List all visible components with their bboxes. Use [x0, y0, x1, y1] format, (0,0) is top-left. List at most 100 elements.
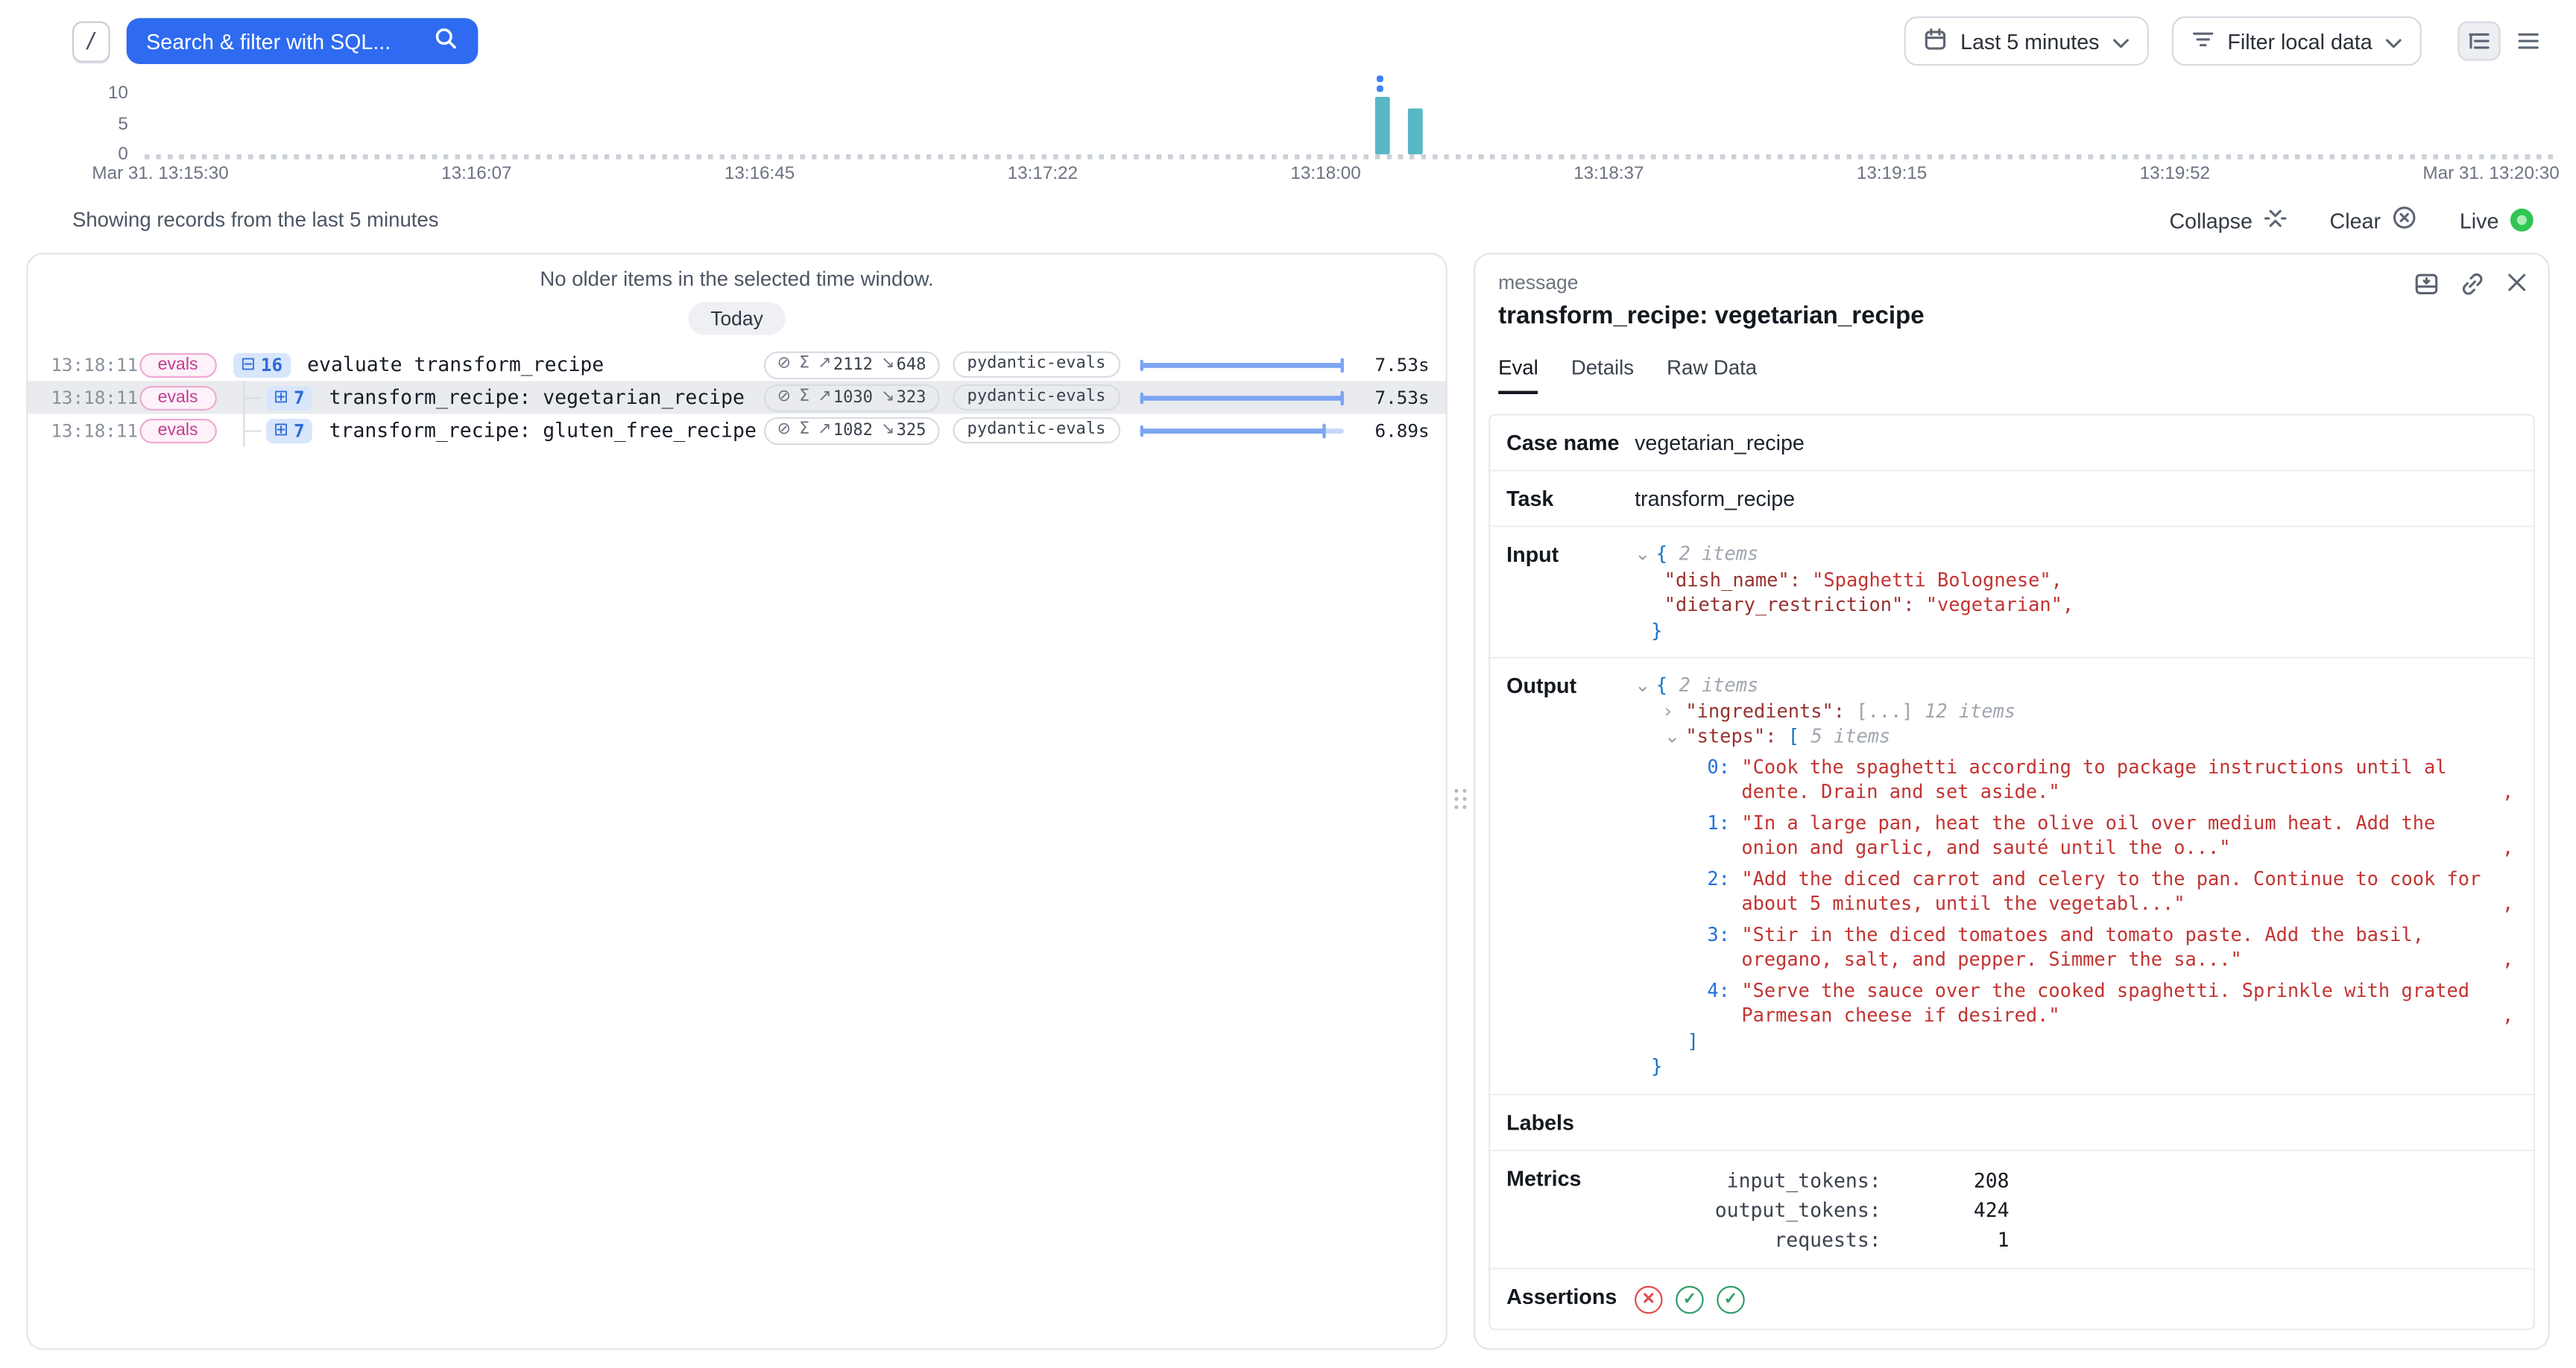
input-tokens-value: 1082 — [833, 421, 873, 439]
slash-shortcut-key[interactable]: / — [72, 21, 110, 62]
json-comma: , — [2502, 780, 2513, 805]
caret-down-icon[interactable]: ⌄ — [1635, 542, 1656, 567]
assertion-pass-icon[interactable]: ✓ — [1676, 1285, 1703, 1313]
json-array-item: 2:"Add the diced carrot and celery to th… — [1635, 867, 2513, 917]
collapse-icon — [2264, 206, 2287, 234]
json-key: "dish_name": — [1664, 568, 1812, 591]
live-label: Live — [2460, 208, 2499, 232]
circle-slash-icon: ⊘ — [777, 356, 791, 373]
json-index: 3: — [1700, 922, 1730, 973]
json-item-count: 12 items — [1925, 699, 2015, 722]
assertions-label: Assertions — [1490, 1269, 1635, 1328]
json-item-count: 2 items — [1679, 542, 1758, 565]
json-comma: , — [2051, 568, 2062, 591]
json-comma: , — [2502, 892, 2513, 917]
x-axis-tick: 13:18:37 — [1573, 164, 1644, 183]
output-json-viewer: ⌄{2 items ›"ingredients": [...]12 items … — [1635, 674, 2513, 1080]
assertions-value: ✕ ✓ ✓ — [1635, 1269, 2534, 1328]
duration-text: 7.53s — [1360, 387, 1430, 408]
timeline-baseline — [145, 154, 2557, 159]
collapse-button[interactable]: Collapse — [2169, 206, 2287, 234]
json-index: 0: — [1700, 755, 1730, 805]
input-tokens-metric: ↗ 1082 — [818, 421, 873, 439]
output-tokens-metric: ↘ 648 — [881, 355, 926, 373]
metrics-value: input_tokens: 208 output_tokens: 424 req… — [1635, 1150, 2534, 1267]
input-json-viewer: ⌄{2 items "dish_name": "Spaghetti Bologn… — [1635, 542, 2513, 644]
child-span-count: 16 — [261, 354, 282, 376]
output-label: Output — [1490, 659, 1635, 1093]
json-string-value: "vegetarian" — [1926, 593, 2062, 616]
y-axis-tick: 5 — [89, 115, 128, 134]
row-timestamp: 13:18:11 — [51, 387, 139, 408]
sql-search-label: Search & filter with SQL... — [146, 29, 391, 54]
evals-tag-badge: evals — [139, 385, 216, 410]
status-bar: Showing records from the last 5 minutes … — [0, 187, 2576, 253]
row-timestamp: 13:18:11 — [51, 419, 139, 441]
tab-raw-data[interactable]: Raw Data — [1667, 356, 1757, 394]
metric-output-tokens: output_tokens: 424 — [1635, 1194, 2513, 1224]
input-tokens-metric: ↗ 1030 — [818, 388, 873, 406]
expand-toggle[interactable]: ⊞ 7 — [265, 385, 313, 410]
close-icon[interactable] — [2505, 271, 2528, 297]
x-axis-tick: 13:19:52 — [2140, 164, 2210, 183]
arrow-down-right-icon: ↘ — [881, 422, 894, 438]
token-metrics-pill: ⊘ Σ ↗ 2112 ↘ 648 — [764, 351, 939, 379]
assertion-pass-icon[interactable]: ✓ — [1717, 1285, 1744, 1313]
metric-requests: requests: 1 — [1635, 1224, 2513, 1254]
trace-row-evaluate-transform-recipe[interactable]: 13:18:11 evals ⊟ 16 evaluate transform_r… — [28, 348, 1445, 381]
trace-row-vegetarian-recipe[interactable]: 13:18:11 evals ⊞ 7 transform_recipe: veg… — [28, 381, 1445, 414]
output-tokens-metric: ↘ 325 — [881, 421, 926, 439]
detail-row-labels: Labels — [1490, 1095, 2534, 1150]
main-area: No older items in the selected time wind… — [0, 253, 2576, 1349]
sigma-icon: Σ — [799, 389, 809, 405]
trace-list-panel: No older items in the selected time wind… — [26, 253, 1448, 1349]
caret-down-icon[interactable]: ⌄ — [1635, 674, 1656, 699]
sigma-icon: Σ — [799, 356, 809, 373]
link-icon[interactable] — [2460, 271, 2486, 297]
tab-details[interactable]: Details — [1571, 356, 1634, 394]
metrics-label: Metrics — [1490, 1150, 1635, 1267]
detail-header: message transform_recipe: vegetarian_rec… — [1475, 255, 2548, 330]
y-axis-tick: 0 — [89, 145, 128, 164]
arrow-down-right-icon: ↘ — [881, 356, 894, 373]
caret-down-icon[interactable]: ⌄ — [1664, 724, 1686, 750]
expand-toggle[interactable]: ⊟ 16 — [233, 352, 291, 377]
collapse-box-icon: ⊟ — [241, 355, 256, 373]
metric-name: output_tokens: — [1635, 1194, 1881, 1224]
chevron-down-icon — [2385, 29, 2402, 54]
chevron-down-icon — [2112, 29, 2129, 54]
tree-view-toggle[interactable] — [2457, 22, 2500, 61]
trace-row-gluten-free-recipe[interactable]: 13:18:11 evals ⊞ 7 transform_recipe: glu… — [28, 414, 1445, 446]
day-separator-pill: Today — [689, 303, 785, 335]
json-item-count: 2 items — [1679, 674, 1758, 697]
case-name-label: Case name — [1490, 416, 1635, 470]
detail-header-actions — [2414, 271, 2528, 297]
circle-slash-icon: ⊘ — [777, 422, 791, 438]
arrow-up-right-icon: ↗ — [818, 422, 831, 438]
sql-search-button[interactable]: Search & filter with SQL... — [127, 18, 478, 64]
duration-bar — [1140, 419, 1344, 441]
time-range-dropdown[interactable]: Last 5 minutes — [1904, 16, 2148, 66]
input-tokens-value: 1030 — [833, 388, 873, 406]
filter-local-data-dropdown[interactable]: Filter local data — [2171, 16, 2421, 66]
detail-row-output: Output ⌄{2 items ›"ingredients": [...]12… — [1490, 659, 2534, 1095]
live-button[interactable]: Live — [2460, 208, 2534, 232]
span-name: transform_recipe: gluten_free_recipe — [329, 419, 757, 442]
json-key: "dietary_restriction": — [1664, 593, 1926, 616]
json-open-brace: { — [1656, 542, 1667, 565]
list-view-toggle[interactable] — [2507, 22, 2549, 61]
clear-button[interactable]: Clear — [2330, 206, 2417, 235]
case-name-value: vegetarian_recipe — [1635, 416, 2534, 470]
timeline-chart[interactable]: 10 5 0 Mar 31. 13:15:30 13:16:07 13:16:4… — [0, 82, 2576, 187]
status-bar-actions: Collapse Clear Live — [2169, 206, 2533, 235]
tab-eval[interactable]: Eval — [1498, 356, 1538, 394]
expand-toggle[interactable]: ⊞ 7 — [265, 418, 313, 443]
output-tokens-value: 648 — [897, 355, 926, 373]
panel-resize-handle[interactable] — [1452, 787, 1468, 813]
logfire-app: / Search & filter with SQL... Last 5 min… — [0, 0, 2576, 1368]
x-axis-tick: 13:17:22 — [1008, 164, 1078, 183]
caret-right-icon[interactable]: › — [1664, 699, 1686, 724]
dock-panel-icon[interactable] — [2414, 271, 2440, 297]
token-metrics-pill: ⊘ Σ ↗ 1082 ↘ 325 — [764, 417, 939, 444]
assertion-fail-icon[interactable]: ✕ — [1635, 1285, 1662, 1313]
